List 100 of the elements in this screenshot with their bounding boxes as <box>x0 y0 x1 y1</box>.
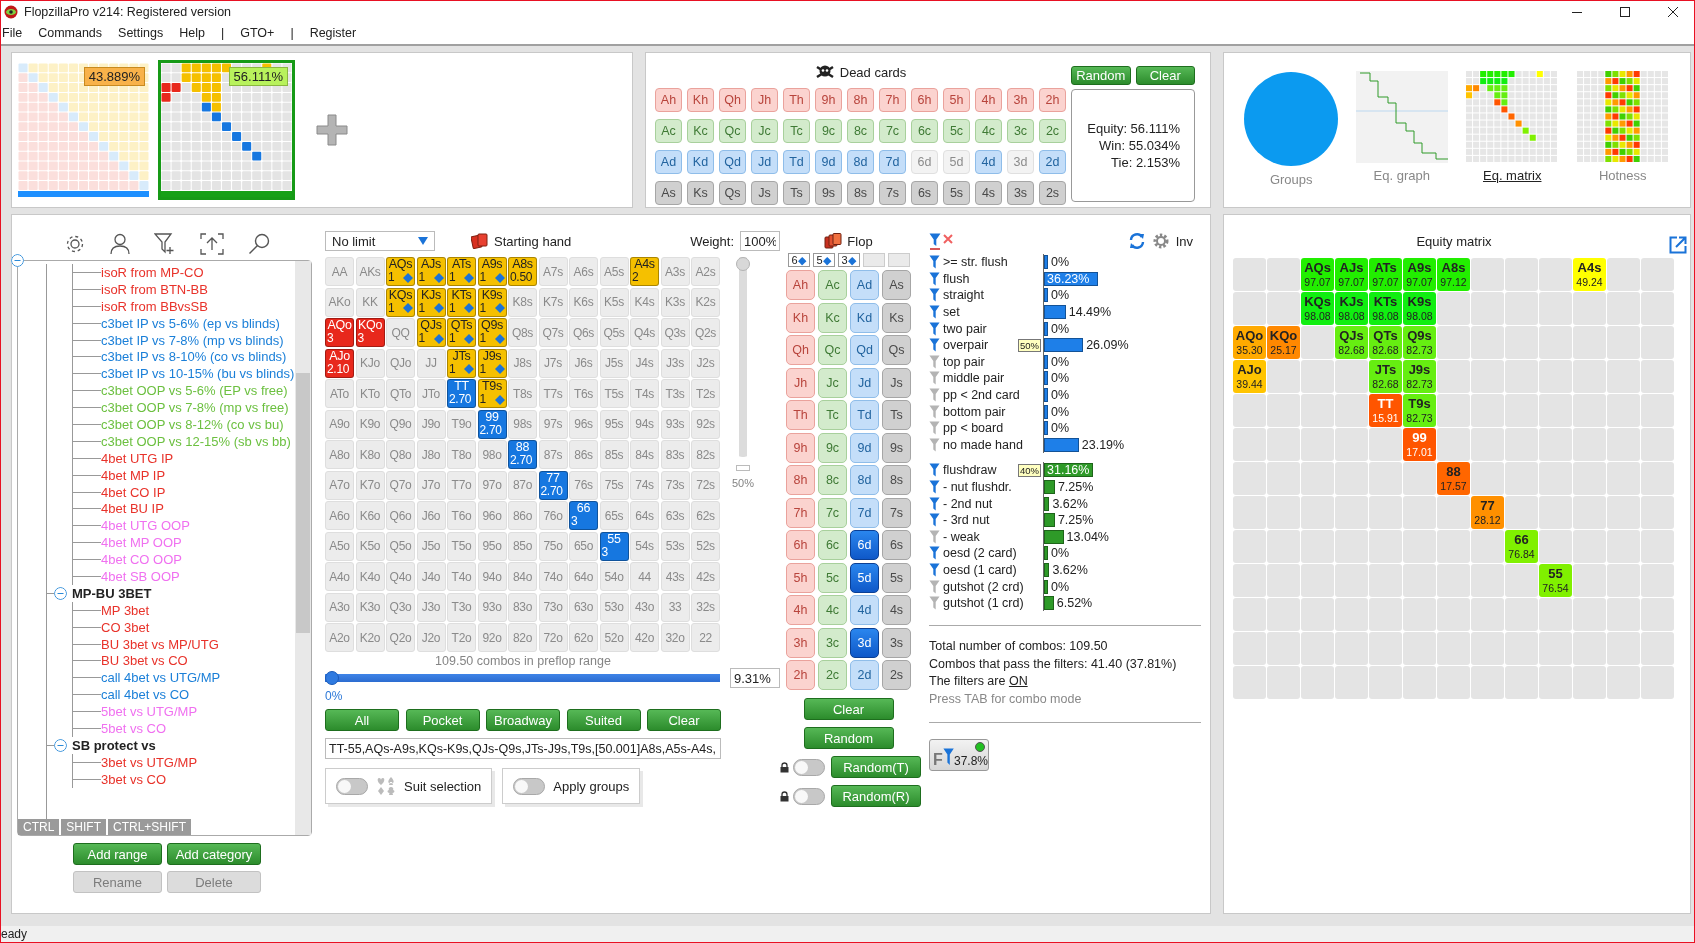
card-button[interactable]: As <box>882 270 911 300</box>
collapse-icon[interactable] <box>54 586 67 600</box>
settings-icon[interactable] <box>64 233 86 255</box>
menu-item[interactable]: File <box>1 26 31 40</box>
weight-field[interactable]: 100% <box>740 231 780 251</box>
range-item[interactable]: 4bet SB OOP <box>101 568 180 584</box>
card-button[interactable]: 5s <box>882 562 911 593</box>
filter-icon[interactable] <box>929 463 940 478</box>
collapse-icon[interactable] <box>54 738 67 752</box>
hand-cell[interactable]: AKs <box>355 257 385 286</box>
range-thumbnail[interactable]: 43.889% <box>15 60 152 200</box>
range-item[interactable]: c3bet IP vs 7-8% (mp vs blinds) <box>101 332 284 348</box>
external-link-icon[interactable] <box>1669 236 1687 254</box>
range-item[interactable]: call 4bet vs UTG/MP <box>101 670 221 686</box>
hand-cell[interactable]: 95o <box>477 531 507 561</box>
hand-cell[interactable]: 94o <box>477 562 507 591</box>
hand-cell[interactable]: QJs 1 <box>416 318 446 347</box>
card-button[interactable]: 6s <box>911 181 938 205</box>
filter-label[interactable]: two pair <box>943 321 1019 336</box>
card-button[interactable]: Ks <box>882 302 911 333</box>
filter-icon[interactable] <box>929 480 940 494</box>
filter-bar[interactable] <box>1044 496 1050 511</box>
hand-cell[interactable]: Q7o <box>386 470 415 500</box>
range-item[interactable]: 4bet CO OOP <box>101 552 182 568</box>
card-button[interactable]: Ac <box>818 270 847 300</box>
card-button[interactable]: 7c <box>818 497 847 528</box>
hand-cell[interactable]: 44 <box>630 562 659 591</box>
hand-cell[interactable]: 96s <box>569 409 598 439</box>
modifier-tab[interactable]: CTRL <box>18 819 60 835</box>
range-item[interactable]: c3bet OOP vs 5-6% (EP vs free) <box>101 383 288 399</box>
filter-label[interactable]: - weak <box>943 529 1019 544</box>
hand-cell[interactable]: K9s 1 <box>477 287 507 317</box>
hand-cell[interactable]: 86s <box>569 440 598 469</box>
hand-cell[interactable]: QQ <box>386 318 415 347</box>
hand-cell[interactable]: 75o <box>538 531 568 561</box>
filter-add-icon[interactable] <box>154 233 176 255</box>
hand-cell[interactable]: T3o <box>447 592 476 622</box>
hand-cell[interactable]: K3s <box>660 287 690 317</box>
card-button[interactable]: 4h <box>786 595 815 625</box>
hand-cell[interactable]: 63o <box>569 592 598 622</box>
hand-cell[interactable]: J5o <box>416 531 446 561</box>
settings-icon[interactable] <box>1151 232 1170 250</box>
hand-cell[interactable]: K3o <box>355 592 385 622</box>
menu-item[interactable]: Commands <box>30 26 111 40</box>
flop-action-button[interactable]: Clear <box>803 698 894 720</box>
range-item[interactable]: 3bet vs CO <box>101 771 167 787</box>
filters-state-link[interactable]: ON <box>1008 674 1028 689</box>
hand-cell[interactable]: K9o <box>355 409 385 439</box>
hand-cell[interactable]: AQs 1 <box>386 257 415 286</box>
hand-cell[interactable]: KTs 1 <box>447 287 476 317</box>
hand-cell[interactable]: 83s <box>660 440 690 469</box>
hand-cell[interactable]: KQs 1 <box>386 287 415 317</box>
hand-cell[interactable]: 63s <box>660 501 690 530</box>
card-button[interactable]: 3h <box>1007 88 1034 112</box>
filter-bar[interactable] <box>1044 288 1048 303</box>
card-button[interactable]: 5d <box>850 562 879 593</box>
filter-label[interactable]: - 2nd nut <box>943 496 1019 511</box>
hand-cell[interactable]: 52o <box>599 623 629 652</box>
hand-cell[interactable]: QTs 1 <box>447 318 476 347</box>
card-button[interactable]: As <box>655 181 682 205</box>
hand-cell[interactable]: 42s <box>691 562 720 591</box>
hand-cell[interactable]: Q7s <box>538 318 568 347</box>
card-button[interactable]: 4h <box>975 88 1002 112</box>
range-item[interactable]: c3bet IP vs 10-15% (bu vs blinds) <box>101 366 295 382</box>
card-button[interactable]: Jc <box>818 367 847 398</box>
hand-cell[interactable]: 74o <box>538 562 568 591</box>
card-button[interactable]: Qh <box>719 88 746 112</box>
card-button[interactable]: 2h <box>786 660 815 690</box>
hand-cell[interactable]: K4s <box>630 287 659 317</box>
card-button[interactable]: Kh <box>687 88 714 112</box>
range-item[interactable]: CO 3bet <box>101 619 150 635</box>
card-button[interactable]: 9d <box>850 432 879 463</box>
flop-action-button[interactable]: Random(R) <box>831 785 921 807</box>
hand-cell[interactable]: A7s <box>538 257 568 286</box>
card-button[interactable]: 6h <box>786 530 815 560</box>
card-button[interactable]: Jd <box>751 150 778 174</box>
hand-cell[interactable]: 52s <box>691 531 720 561</box>
hand-cell[interactable]: Q2o <box>386 623 415 652</box>
refresh-icon[interactable] <box>1127 232 1146 250</box>
user-icon[interactable] <box>110 233 130 255</box>
filter-icon[interactable] <box>929 338 940 353</box>
card-button[interactable]: 4d <box>975 150 1002 174</box>
card-button[interactable]: 8c <box>847 119 874 143</box>
hand-cell[interactable]: 76o <box>538 501 568 530</box>
hand-cell[interactable]: J2s <box>691 348 720 378</box>
card-button[interactable]: Kd <box>687 150 714 174</box>
menu-item[interactable]: GTO+ <box>232 26 283 40</box>
view-tab[interactable]: Hotness <box>1598 168 1647 183</box>
card-button[interactable]: 5h <box>786 562 815 593</box>
filter-bar[interactable] <box>1044 404 1048 419</box>
hand-cell[interactable]: Q9s 1 <box>477 318 507 347</box>
filter-bar[interactable] <box>1044 546 1048 561</box>
filter-icon[interactable] <box>929 305 940 320</box>
clear-filters-icon[interactable] <box>929 232 955 250</box>
hand-cell[interactable]: T7o <box>447 470 476 500</box>
hand-cell[interactable]: J6s <box>569 348 598 378</box>
hand-cell[interactable]: T3s <box>660 379 690 408</box>
menu-item[interactable]: Help <box>171 26 213 40</box>
hand-cell[interactable]: Q6o <box>386 501 415 530</box>
hand-cell[interactable]: A8o <box>325 440 354 469</box>
